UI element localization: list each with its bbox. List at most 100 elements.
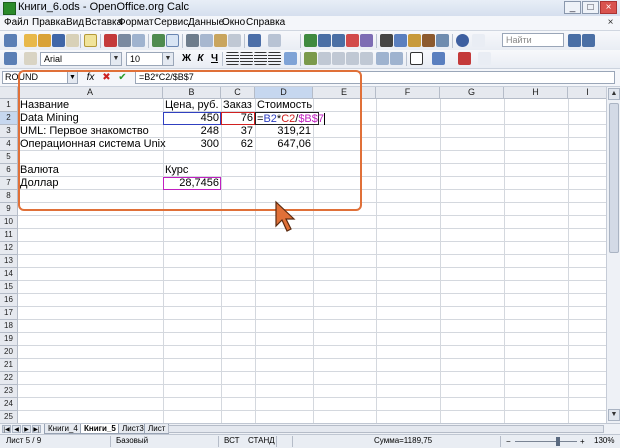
scroll-down-icon[interactable]: ▼ (608, 409, 620, 421)
cell-c4[interactable]: 62 (221, 138, 255, 151)
email-icon[interactable] (66, 34, 79, 47)
row-header[interactable]: 3 (0, 125, 18, 138)
maximize-button[interactable]: □ (582, 1, 599, 14)
row-header[interactable]: 11 (0, 229, 18, 242)
cell-a1[interactable]: Название (18, 99, 163, 112)
styles-icon[interactable] (24, 52, 37, 65)
menu-file[interactable]: Файл (4, 16, 29, 30)
sheet-tab-list[interactable]: Лист (144, 424, 170, 434)
chevron-down-icon[interactable]: ▼ (110, 53, 121, 65)
navigator-icon[interactable] (394, 34, 407, 47)
column-header-b[interactable]: B (163, 87, 221, 99)
sort-descending-icon[interactable] (332, 34, 345, 47)
cell-b4[interactable]: 300 (163, 138, 221, 151)
row-header[interactable]: 24 (0, 398, 18, 411)
toolbar-more-icon[interactable] (472, 34, 485, 47)
autospellcheck-icon[interactable] (166, 34, 179, 47)
cell-d1[interactable]: Стоимость (255, 99, 313, 112)
row-header[interactable]: 10 (0, 216, 18, 229)
background-color-icon[interactable] (432, 52, 445, 65)
export-pdf-icon[interactable] (104, 34, 117, 47)
column-header-a[interactable]: A (18, 87, 163, 99)
row-header[interactable]: 18 (0, 320, 18, 333)
copy-icon[interactable] (200, 34, 213, 47)
merge-cells-icon[interactable] (284, 52, 297, 65)
cell-b7[interactable]: 28,7456 (163, 177, 221, 190)
row-header[interactable]: 4 (0, 138, 18, 151)
cell-a3[interactable]: UML: Первое знакомство (18, 125, 163, 138)
menu-format[interactable]: Формат (118, 16, 154, 30)
row-header[interactable]: 20 (0, 346, 18, 359)
clone-formatting-icon[interactable] (228, 34, 241, 47)
scroll-up-icon[interactable]: ▲ (608, 88, 620, 100)
font-name-select[interactable]: Arial ▼ (40, 52, 122, 66)
cell-a6[interactable]: Валюта (18, 164, 163, 177)
undo-icon[interactable] (248, 34, 261, 47)
row-header[interactable]: 23 (0, 385, 18, 398)
menu-tools[interactable]: Сервис (154, 16, 188, 30)
pivot-table-icon[interactable] (360, 34, 373, 47)
toolbar-options-icon[interactable] (4, 34, 17, 47)
accept-icon[interactable]: ✔ (116, 71, 129, 84)
add-decimal-icon[interactable] (346, 52, 359, 65)
row-header[interactable]: 9 (0, 203, 18, 216)
menu-view[interactable]: Вид (66, 16, 84, 30)
data-sources-icon[interactable] (422, 34, 435, 47)
column-header-e[interactable]: E (313, 87, 376, 99)
sort-ascending-icon[interactable] (318, 34, 331, 47)
cell-b2[interactable]: 450 (163, 112, 221, 125)
italic-button[interactable]: К (194, 52, 207, 65)
align-left-icon[interactable] (226, 52, 239, 65)
help-icon[interactable] (456, 34, 469, 47)
underline-button[interactable]: Ч (208, 52, 221, 65)
cell-c3[interactable]: 37 (221, 125, 255, 138)
find-previous-icon[interactable] (582, 34, 595, 47)
find-input[interactable]: Найти (502, 33, 564, 47)
last-sheet-icon[interactable]: ▶| (32, 425, 41, 433)
hyperlink-icon[interactable] (304, 34, 317, 47)
select-all-corner[interactable] (0, 87, 18, 99)
sheet-tab-knigi5[interactable]: Книги_5 (80, 424, 120, 434)
delete-decimal-icon[interactable] (360, 52, 373, 65)
cell-c1[interactable]: Заказ (221, 99, 255, 112)
cell-b1[interactable]: Цена, руб. (163, 99, 221, 112)
insert-chart-icon[interactable] (346, 34, 359, 47)
row-header[interactable]: 2 (0, 112, 18, 125)
vertical-scrollbar[interactable]: ▲ ▼ (606, 87, 620, 423)
sheet-tab-knigi4[interactable]: Книги_4 (44, 424, 82, 434)
cell-a4[interactable]: Операционная система Unix (18, 138, 166, 151)
open-icon[interactable] (38, 34, 51, 47)
status-zoom[interactable]: 130% (594, 435, 614, 447)
find-next-icon[interactable] (568, 34, 581, 47)
cell-d3[interactable]: 319,21 (255, 125, 313, 138)
toolbar-options-icon[interactable] (4, 52, 17, 65)
menu-help[interactable]: Справка (246, 16, 285, 30)
function-wizard-icon[interactable]: fx (84, 71, 97, 84)
redo-icon[interactable] (268, 34, 281, 47)
row-header[interactable]: 13 (0, 255, 18, 268)
print-icon[interactable] (118, 34, 131, 47)
row-header[interactable]: 16 (0, 294, 18, 307)
cell-a2[interactable]: Data Mining (18, 112, 163, 125)
name-box[interactable]: ROUND ▼ (2, 71, 78, 84)
cancel-icon[interactable]: ✖ (100, 71, 113, 84)
gallery-icon[interactable] (408, 34, 421, 47)
currency-format-icon[interactable] (304, 52, 317, 65)
minimize-button[interactable]: _ (564, 1, 581, 14)
spellcheck-icon[interactable] (152, 34, 165, 47)
first-sheet-icon[interactable]: |◀ (2, 425, 11, 433)
align-right-icon[interactable] (254, 52, 267, 65)
cell-d2-editing[interactable]: =B2*C2/$B$7 (255, 112, 326, 125)
column-header-h[interactable]: H (504, 87, 568, 99)
row-header[interactable]: 15 (0, 281, 18, 294)
column-header-f[interactable]: F (376, 87, 440, 99)
status-insert-mode[interactable]: ВСТ (224, 435, 239, 447)
align-center-icon[interactable] (240, 52, 253, 65)
row-header[interactable]: 6 (0, 164, 18, 177)
zoom-icon[interactable] (436, 34, 449, 47)
find-replace-icon[interactable] (380, 34, 393, 47)
menu-window[interactable]: Окно (222, 16, 245, 30)
bold-button[interactable]: Ж (180, 52, 193, 65)
formula-input[interactable]: =B2*C2/$B$7 (135, 71, 615, 84)
justify-icon[interactable] (268, 52, 281, 65)
